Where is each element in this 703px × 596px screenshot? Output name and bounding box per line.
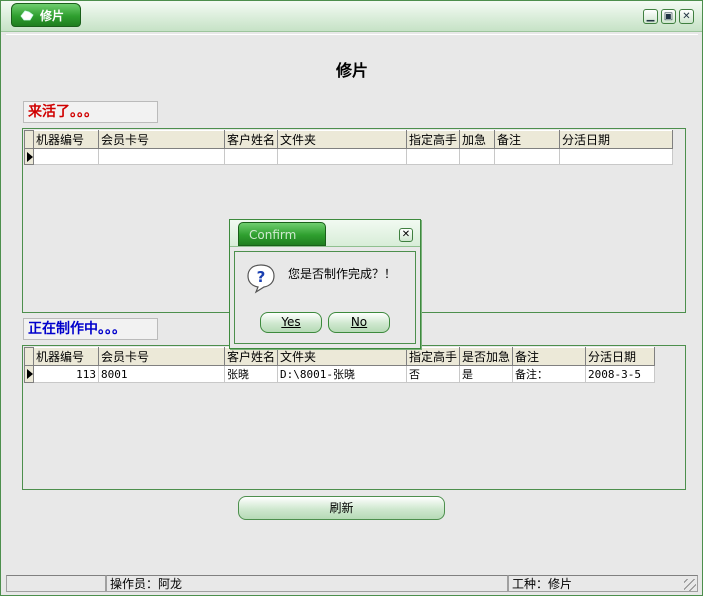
table-cell[interactable] xyxy=(223,148,279,165)
no-button-label: No xyxy=(350,315,368,329)
status-bar: 操作员：阿龙 工种：修片 xyxy=(6,575,698,593)
table-cell[interactable] xyxy=(98,148,225,165)
column-header[interactable]: 备注 xyxy=(494,130,561,149)
minimize-button[interactable]: ▁ xyxy=(643,9,658,24)
table-cell[interactable] xyxy=(494,148,561,165)
dialog-close-button[interactable]: ✕ xyxy=(399,228,413,242)
inprogress-grid[interactable]: 机器编号 会员卡号 客户姓名 文件夹 指定高手 是否加急 备注 分活日期 113 xyxy=(22,345,686,490)
close-button[interactable]: ✕ xyxy=(679,9,694,24)
triangle-right-icon xyxy=(27,151,33,162)
column-header[interactable]: 客户姓名 xyxy=(223,347,279,366)
no-button[interactable]: No xyxy=(328,312,390,333)
table-cell[interactable]: 8001 xyxy=(98,365,225,383)
table-cell[interactable] xyxy=(459,148,496,165)
yes-button[interactable]: Yes xyxy=(260,312,322,333)
column-header[interactable]: 分活日期 xyxy=(585,347,656,366)
inprogress-table[interactable]: 机器编号 会员卡号 客户姓名 文件夹 指定高手 是否加急 备注 分活日期 113 xyxy=(24,347,656,383)
table-cell[interactable]: 张晓 xyxy=(223,365,279,383)
column-header[interactable]: 会员卡号 xyxy=(98,347,225,366)
incoming-table[interactable]: 机器编号 会员卡号 客户姓名 文件夹 指定高手 加急 备注 分活日期 xyxy=(24,130,674,165)
table-cell[interactable]: 2008-3-5 xyxy=(585,365,656,383)
column-header[interactable]: 是否加急 xyxy=(459,347,514,366)
yes-button-label: Yes xyxy=(281,315,301,329)
triangle-right-icon xyxy=(27,369,33,379)
column-header[interactable]: 机器编号 xyxy=(33,347,99,366)
column-header[interactable]: 文件夹 xyxy=(277,130,408,149)
current-row-indicator xyxy=(24,365,34,383)
refresh-button[interactable]: 刷新 xyxy=(238,496,445,520)
question-icon: ? xyxy=(247,264,275,294)
main-window: 修片 ▁ ▣ ✕ 修片 来活了。。。 机器编号 会员卡号 客户姓名 文件夹 指定… xyxy=(0,0,703,596)
row-indicator-header xyxy=(24,347,34,366)
title-bar[interactable]: 修片 ▁ ▣ ✕ xyxy=(1,1,702,32)
table-cell[interactable] xyxy=(33,148,99,165)
dialog-title: Confirm xyxy=(238,222,326,246)
maximize-button[interactable]: ▣ xyxy=(661,9,676,24)
table-row[interactable] xyxy=(24,148,674,165)
table-cell[interactable]: 否 xyxy=(406,365,461,383)
table-cell[interactable]: 113 xyxy=(33,365,99,383)
column-header[interactable]: 文件夹 xyxy=(277,347,408,366)
table-cell[interactable] xyxy=(406,148,461,165)
column-header[interactable]: 机器编号 xyxy=(33,130,99,149)
window-title: 修片 xyxy=(40,9,65,23)
close-icon: ✕ xyxy=(682,11,691,22)
status-cell-empty xyxy=(6,575,106,592)
hand-icon xyxy=(20,10,34,21)
dialog-title-bar[interactable]: Confirm ✕ xyxy=(230,220,420,247)
maximize-icon: ▣ xyxy=(663,11,674,22)
status-operator: 操作员：阿龙 xyxy=(106,575,508,592)
incoming-section-label: 来活了。。。 xyxy=(23,101,158,123)
inprogress-header-row: 机器编号 会员卡号 客户姓名 文件夹 指定高手 是否加急 备注 分活日期 xyxy=(24,347,656,366)
table-cell[interactable] xyxy=(559,148,674,165)
table-row[interactable]: 113 8001 张晓 D:\8001-张晓 否 是 备注： 2008-3-5 xyxy=(24,365,656,383)
column-header[interactable]: 客户姓名 xyxy=(223,130,279,149)
column-header[interactable]: 加急 xyxy=(459,130,496,149)
confirm-dialog: Confirm ✕ ? 您是否制作完成？！ Yes No xyxy=(229,219,421,349)
page-title: 修片 xyxy=(335,61,368,80)
svg-text:?: ? xyxy=(257,268,266,286)
row-indicator-header xyxy=(24,130,34,149)
column-header[interactable]: 指定高手 xyxy=(406,130,461,149)
dialog-message: 您是否制作完成？！ xyxy=(288,267,397,281)
window-title-tab: 修片 xyxy=(11,3,81,27)
inprogress-section-label: 正在制作中。。。 xyxy=(23,318,158,340)
resize-grip-icon[interactable] xyxy=(684,579,696,591)
table-cell[interactable] xyxy=(277,148,408,165)
close-icon: ✕ xyxy=(401,229,411,240)
column-header[interactable]: 会员卡号 xyxy=(98,130,225,149)
dialog-body: ? 您是否制作完成？！ Yes No xyxy=(234,251,416,344)
column-header[interactable]: 分活日期 xyxy=(559,130,674,149)
table-cell[interactable]: D:\8001-张晓 xyxy=(277,365,408,383)
column-header[interactable]: 指定高手 xyxy=(406,347,461,366)
status-job-type: 工种：修片 xyxy=(508,575,698,592)
minimize-icon: ▁ xyxy=(646,11,655,22)
table-cell[interactable]: 备注： xyxy=(512,365,587,383)
incoming-header-row: 机器编号 会员卡号 客户姓名 文件夹 指定高手 加急 备注 分活日期 xyxy=(24,130,674,149)
table-cell[interactable]: 是 xyxy=(459,365,514,383)
column-header[interactable]: 备注 xyxy=(512,347,587,366)
current-row-indicator xyxy=(24,148,34,165)
